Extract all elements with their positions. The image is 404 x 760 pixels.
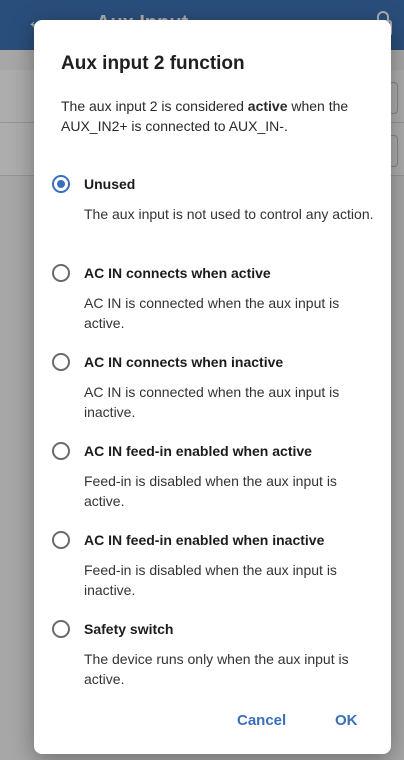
radio-button[interactable]: [52, 264, 70, 282]
option-label: AC IN connects when active: [84, 265, 271, 281]
radio-dot-icon: [57, 180, 65, 188]
option-ac-in-connects-inactive[interactable]: AC IN connects when inactive AC IN is co…: [50, 353, 380, 433]
option-label: Unused: [84, 176, 136, 192]
option-feed-in-active[interactable]: AC IN feed-in enabled when active Feed-i…: [50, 442, 380, 522]
dialog-title: Aux input 2 function: [61, 53, 245, 74]
option-unused[interactable]: Unused The aux input is not used to cont…: [50, 175, 380, 255]
option-description: AC IN is connected when the aux input is…: [84, 384, 340, 420]
dialog-description: The aux input 2 is considered active whe…: [61, 96, 371, 136]
radio-button[interactable]: [52, 531, 70, 549]
radio-button[interactable]: [52, 353, 70, 371]
option-label: AC IN feed-in enabled when inactive: [84, 532, 325, 548]
option-label: AC IN feed-in enabled when active: [84, 443, 312, 459]
cancel-button[interactable]: Cancel: [237, 712, 286, 729]
option-ac-in-connects-active[interactable]: AC IN connects when active AC IN is conn…: [50, 264, 380, 344]
option-description: Feed-in is disabled when the aux input i…: [84, 473, 337, 509]
option-feed-in-inactive[interactable]: AC IN feed-in enabled when inactive Feed…: [50, 531, 380, 611]
aux-input-function-dialog: Aux input 2 function The aux input 2 is …: [34, 20, 391, 754]
option-description: AC IN is connected when the aux input is…: [84, 295, 340, 331]
ok-button[interactable]: OK: [335, 712, 358, 729]
radio-button[interactable]: [52, 175, 70, 193]
description-text-start: The aux input 2 is considered: [61, 98, 248, 114]
option-description: Feed-in is disabled when the aux input i…: [84, 562, 337, 598]
option-label: Safety switch: [84, 621, 174, 637]
option-description: The aux input is not used to control any…: [84, 206, 374, 222]
radio-button[interactable]: [52, 442, 70, 460]
radio-button[interactable]: [52, 620, 70, 638]
description-bold-word: active: [247, 98, 288, 114]
dialog-actions: Cancel OK: [34, 712, 391, 736]
option-description: The device runs only when the aux input …: [84, 651, 349, 687]
option-label: AC IN connects when inactive: [84, 354, 284, 370]
option-safety-switch[interactable]: Safety switch The device runs only when …: [50, 620, 380, 700]
